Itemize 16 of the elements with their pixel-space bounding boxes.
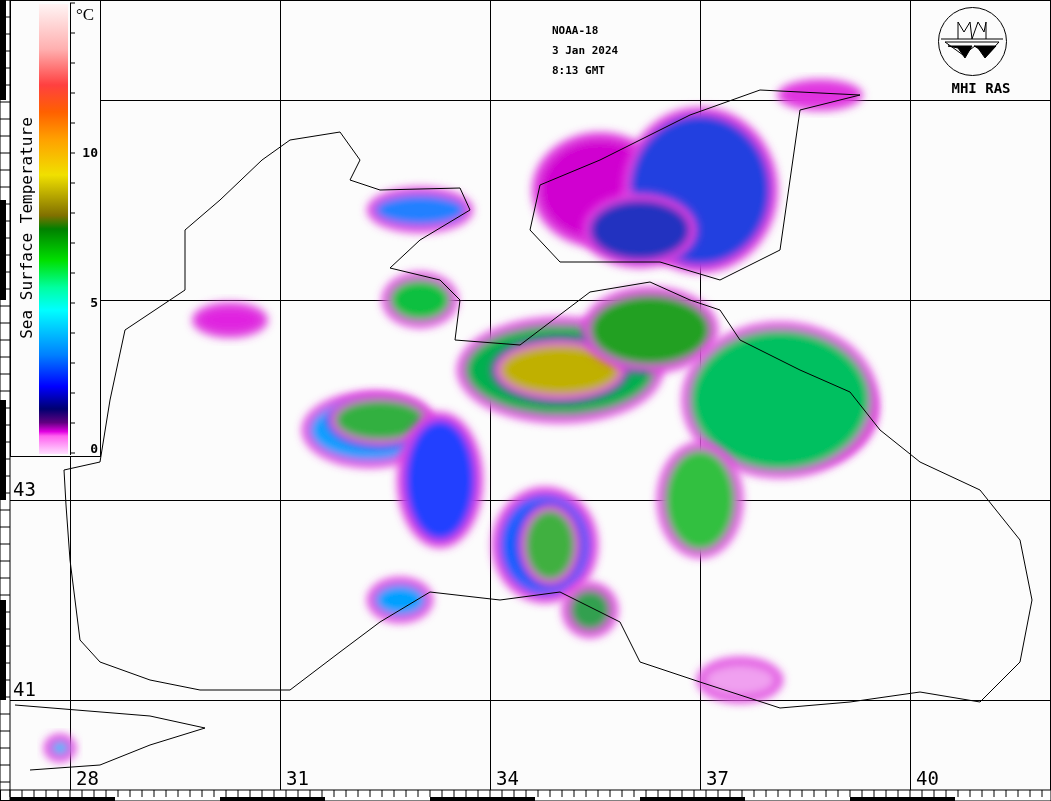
latitude-label: 43: [13, 478, 36, 500]
image-date: 3 Jan 2024: [552, 44, 619, 57]
longitude-label: 37: [706, 767, 729, 789]
longitude-label: 34: [496, 767, 519, 789]
legend-title: Sea Surface Temperature: [17, 117, 36, 339]
unit-label: °C: [76, 5, 95, 24]
longitude-label: 31: [286, 767, 309, 789]
latitude-label: 41: [13, 678, 36, 700]
logo-caption: MHI RAS: [951, 80, 1011, 96]
scale-tick-label: 0: [90, 441, 98, 456]
longitude-label: 28: [76, 767, 99, 789]
scale-tick-label: 5: [90, 295, 98, 310]
scale-tick-label: 10: [82, 145, 98, 160]
satellite-name: NOAA-18: [552, 24, 599, 37]
longitude-label: 40: [916, 767, 939, 789]
image-time: 8:13 GMT: [552, 64, 605, 77]
